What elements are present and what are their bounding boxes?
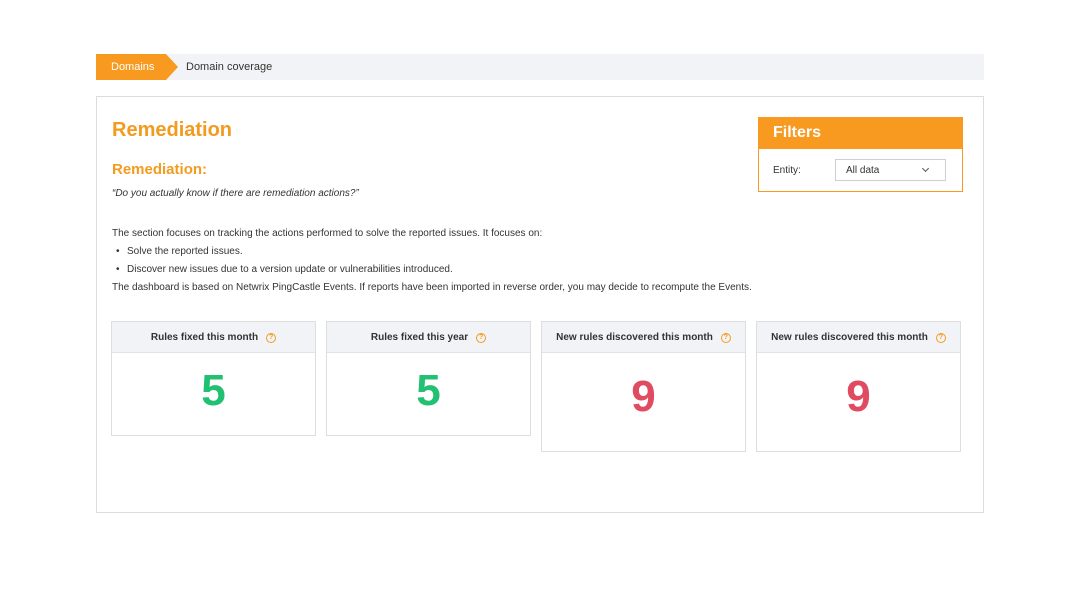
card-label-wrap: New rules discovered this month? <box>542 332 745 343</box>
breadcrumb-arrow <box>166 54 178 80</box>
filters-panel: Filters Entity: All data <box>758 117 963 192</box>
help-circle-icon[interactable]: ? <box>935 333 946 343</box>
card-value: 9 <box>631 372 656 421</box>
help-circle-icon[interactable]: ? <box>476 333 487 343</box>
page-title: Remediation <box>112 119 233 141</box>
remediation-panel: Remediation Remediation: “Do you actuall… <box>96 96 984 513</box>
card-label: New rules discovered this month <box>556 332 713 343</box>
entity-label: Entity: <box>773 165 801 176</box>
card-label: Rules fixed this month <box>150 332 259 343</box>
card-label: Rules fixed this year <box>370 332 469 343</box>
filters-header: Filters <box>759 118 962 149</box>
list-item: Solve the reported issues. <box>112 246 453 264</box>
entity-select-value: All data <box>846 165 880 176</box>
help-circle-icon[interactable]: ? <box>266 333 277 343</box>
card-label-wrap: Rules fixed this month? <box>112 332 315 343</box>
card-header: New rules discovered this month? <box>757 322 960 353</box>
help-circle-icon[interactable]: ? <box>720 333 731 343</box>
rules-fixed-year-card: Rules fixed this year? 5 <box>326 321 531 436</box>
breadcrumb-domains-label: Domains <box>111 61 155 73</box>
card-value: 5 <box>201 366 226 415</box>
card-value: 9 <box>846 372 871 421</box>
section-description: The section focuses on tracking the acti… <box>112 228 543 239</box>
events-note: The dashboard is based on Netwrix PingCa… <box>112 282 752 293</box>
list-item: Discover new issues due to a version upd… <box>112 264 453 282</box>
section-quote: “Do you actually know if there are remed… <box>112 188 359 199</box>
card-header: Rules fixed this year? <box>327 322 530 353</box>
filters-title: Filters <box>773 124 822 141</box>
new-rules-month-card-2: New rules discovered this month? 9 <box>756 321 961 452</box>
card-value: 5 <box>416 366 441 415</box>
chevron-down-icon <box>921 164 930 173</box>
section-title: Remediation: <box>112 161 208 178</box>
card-label-wrap: New rules discovered this month? <box>757 332 960 343</box>
card-header: Rules fixed this month? <box>112 322 315 353</box>
breadcrumb-current: Domain coverage <box>186 61 273 73</box>
entity-select[interactable]: All data <box>835 159 946 181</box>
breadcrumb-domains-link[interactable]: Domains <box>96 54 166 80</box>
card-header: New rules discovered this month? <box>542 322 745 353</box>
new-rules-month-card: New rules discovered this month? 9 <box>541 321 746 452</box>
breadcrumb: Domains Domain coverage <box>96 54 984 80</box>
card-label: New rules discovered this month <box>771 332 928 343</box>
card-label-wrap: Rules fixed this year? <box>327 332 530 343</box>
focus-list: Solve the reported issues. Discover new … <box>112 246 453 282</box>
rules-fixed-month-card: Rules fixed this month? 5 <box>111 321 316 436</box>
